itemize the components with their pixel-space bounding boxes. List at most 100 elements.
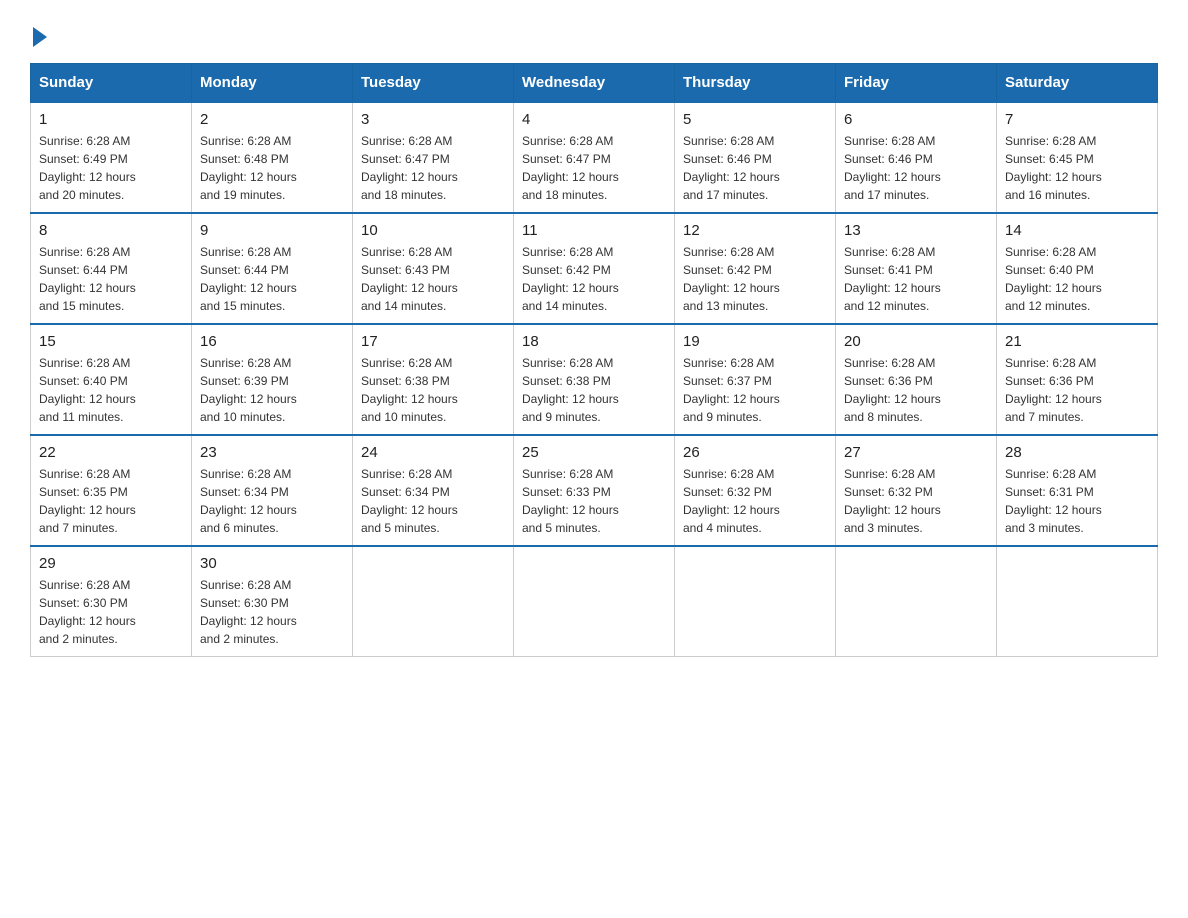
day-info: Sunrise: 6:28 AM Sunset: 6:41 PM Dayligh… (844, 243, 988, 315)
day-info: Sunrise: 6:28 AM Sunset: 6:43 PM Dayligh… (361, 243, 505, 315)
day-number: 5 (683, 111, 827, 128)
day-info: Sunrise: 6:28 AM Sunset: 6:35 PM Dayligh… (39, 465, 183, 537)
day-info: Sunrise: 6:28 AM Sunset: 6:36 PM Dayligh… (844, 354, 988, 426)
day-number: 17 (361, 333, 505, 350)
calendar-day-cell: 20 Sunrise: 6:28 AM Sunset: 6:36 PM Dayl… (836, 324, 997, 435)
calendar-day-cell: 4 Sunrise: 6:28 AM Sunset: 6:47 PM Dayli… (514, 102, 675, 213)
calendar-day-cell: 21 Sunrise: 6:28 AM Sunset: 6:36 PM Dayl… (997, 324, 1158, 435)
day-of-week-header: Wednesday (514, 64, 675, 103)
day-info: Sunrise: 6:28 AM Sunset: 6:45 PM Dayligh… (1005, 132, 1149, 204)
calendar-day-cell: 5 Sunrise: 6:28 AM Sunset: 6:46 PM Dayli… (675, 102, 836, 213)
day-of-week-header: Tuesday (353, 64, 514, 103)
day-info: Sunrise: 6:28 AM Sunset: 6:46 PM Dayligh… (683, 132, 827, 204)
calendar-week-row: 22 Sunrise: 6:28 AM Sunset: 6:35 PM Dayl… (31, 435, 1158, 546)
calendar-day-cell (353, 546, 514, 657)
day-number: 9 (200, 222, 344, 239)
calendar-day-cell: 16 Sunrise: 6:28 AM Sunset: 6:39 PM Dayl… (192, 324, 353, 435)
calendar-week-row: 29 Sunrise: 6:28 AM Sunset: 6:30 PM Dayl… (31, 546, 1158, 657)
day-info: Sunrise: 6:28 AM Sunset: 6:42 PM Dayligh… (522, 243, 666, 315)
calendar-day-cell: 3 Sunrise: 6:28 AM Sunset: 6:47 PM Dayli… (353, 102, 514, 213)
day-number: 22 (39, 444, 183, 461)
calendar-day-cell: 23 Sunrise: 6:28 AM Sunset: 6:34 PM Dayl… (192, 435, 353, 546)
calendar-day-cell: 18 Sunrise: 6:28 AM Sunset: 6:38 PM Dayl… (514, 324, 675, 435)
day-info: Sunrise: 6:28 AM Sunset: 6:48 PM Dayligh… (200, 132, 344, 204)
day-info: Sunrise: 6:28 AM Sunset: 6:30 PM Dayligh… (200, 576, 344, 648)
day-number: 6 (844, 111, 988, 128)
day-number: 12 (683, 222, 827, 239)
day-info: Sunrise: 6:28 AM Sunset: 6:49 PM Dayligh… (39, 132, 183, 204)
day-number: 15 (39, 333, 183, 350)
day-info: Sunrise: 6:28 AM Sunset: 6:40 PM Dayligh… (1005, 243, 1149, 315)
day-info: Sunrise: 6:28 AM Sunset: 6:44 PM Dayligh… (39, 243, 183, 315)
calendar-day-cell: 24 Sunrise: 6:28 AM Sunset: 6:34 PM Dayl… (353, 435, 514, 546)
calendar-day-cell: 26 Sunrise: 6:28 AM Sunset: 6:32 PM Dayl… (675, 435, 836, 546)
day-info: Sunrise: 6:28 AM Sunset: 6:47 PM Dayligh… (522, 132, 666, 204)
calendar-table: SundayMondayTuesdayWednesdayThursdayFrid… (30, 63, 1158, 657)
day-number: 27 (844, 444, 988, 461)
day-info: Sunrise: 6:28 AM Sunset: 6:46 PM Dayligh… (844, 132, 988, 204)
day-info: Sunrise: 6:28 AM Sunset: 6:31 PM Dayligh… (1005, 465, 1149, 537)
day-of-week-header: Friday (836, 64, 997, 103)
calendar-week-row: 15 Sunrise: 6:28 AM Sunset: 6:40 PM Dayl… (31, 324, 1158, 435)
day-number: 3 (361, 111, 505, 128)
page-header (30, 20, 1158, 43)
calendar-day-cell: 25 Sunrise: 6:28 AM Sunset: 6:33 PM Dayl… (514, 435, 675, 546)
day-info: Sunrise: 6:28 AM Sunset: 6:44 PM Dayligh… (200, 243, 344, 315)
day-info: Sunrise: 6:28 AM Sunset: 6:30 PM Dayligh… (39, 576, 183, 648)
calendar-day-cell: 29 Sunrise: 6:28 AM Sunset: 6:30 PM Dayl… (31, 546, 192, 657)
calendar-day-cell: 28 Sunrise: 6:28 AM Sunset: 6:31 PM Dayl… (997, 435, 1158, 546)
day-number: 10 (361, 222, 505, 239)
calendar-day-cell: 2 Sunrise: 6:28 AM Sunset: 6:48 PM Dayli… (192, 102, 353, 213)
day-number: 29 (39, 555, 183, 572)
calendar-day-cell: 14 Sunrise: 6:28 AM Sunset: 6:40 PM Dayl… (997, 213, 1158, 324)
calendar-day-cell: 13 Sunrise: 6:28 AM Sunset: 6:41 PM Dayl… (836, 213, 997, 324)
logo (30, 20, 47, 43)
day-of-week-header: Thursday (675, 64, 836, 103)
day-number: 11 (522, 222, 666, 239)
day-number: 25 (522, 444, 666, 461)
calendar-day-cell: 1 Sunrise: 6:28 AM Sunset: 6:49 PM Dayli… (31, 102, 192, 213)
day-info: Sunrise: 6:28 AM Sunset: 6:34 PM Dayligh… (361, 465, 505, 537)
day-info: Sunrise: 6:28 AM Sunset: 6:33 PM Dayligh… (522, 465, 666, 537)
calendar-day-cell: 17 Sunrise: 6:28 AM Sunset: 6:38 PM Dayl… (353, 324, 514, 435)
day-info: Sunrise: 6:28 AM Sunset: 6:38 PM Dayligh… (522, 354, 666, 426)
calendar-day-cell (836, 546, 997, 657)
day-info: Sunrise: 6:28 AM Sunset: 6:42 PM Dayligh… (683, 243, 827, 315)
calendar-day-cell: 12 Sunrise: 6:28 AM Sunset: 6:42 PM Dayl… (675, 213, 836, 324)
calendar-day-cell: 11 Sunrise: 6:28 AM Sunset: 6:42 PM Dayl… (514, 213, 675, 324)
day-of-week-header: Sunday (31, 64, 192, 103)
day-info: Sunrise: 6:28 AM Sunset: 6:32 PM Dayligh… (683, 465, 827, 537)
day-number: 19 (683, 333, 827, 350)
calendar-day-cell: 10 Sunrise: 6:28 AM Sunset: 6:43 PM Dayl… (353, 213, 514, 324)
calendar-day-cell (514, 546, 675, 657)
calendar-day-cell (997, 546, 1158, 657)
logo-arrow-icon (33, 27, 47, 47)
calendar-header-row: SundayMondayTuesdayWednesdayThursdayFrid… (31, 64, 1158, 103)
day-info: Sunrise: 6:28 AM Sunset: 6:36 PM Dayligh… (1005, 354, 1149, 426)
day-info: Sunrise: 6:28 AM Sunset: 6:39 PM Dayligh… (200, 354, 344, 426)
day-number: 14 (1005, 222, 1149, 239)
day-number: 28 (1005, 444, 1149, 461)
calendar-day-cell (675, 546, 836, 657)
day-number: 4 (522, 111, 666, 128)
day-number: 20 (844, 333, 988, 350)
calendar-day-cell: 15 Sunrise: 6:28 AM Sunset: 6:40 PM Dayl… (31, 324, 192, 435)
day-number: 21 (1005, 333, 1149, 350)
day-number: 30 (200, 555, 344, 572)
calendar-week-row: 8 Sunrise: 6:28 AM Sunset: 6:44 PM Dayli… (31, 213, 1158, 324)
day-of-week-header: Monday (192, 64, 353, 103)
day-number: 13 (844, 222, 988, 239)
day-info: Sunrise: 6:28 AM Sunset: 6:38 PM Dayligh… (361, 354, 505, 426)
day-number: 18 (522, 333, 666, 350)
day-number: 1 (39, 111, 183, 128)
day-number: 23 (200, 444, 344, 461)
calendar-day-cell: 7 Sunrise: 6:28 AM Sunset: 6:45 PM Dayli… (997, 102, 1158, 213)
day-info: Sunrise: 6:28 AM Sunset: 6:32 PM Dayligh… (844, 465, 988, 537)
day-info: Sunrise: 6:28 AM Sunset: 6:40 PM Dayligh… (39, 354, 183, 426)
calendar-day-cell: 22 Sunrise: 6:28 AM Sunset: 6:35 PM Dayl… (31, 435, 192, 546)
calendar-day-cell: 9 Sunrise: 6:28 AM Sunset: 6:44 PM Dayli… (192, 213, 353, 324)
day-of-week-header: Saturday (997, 64, 1158, 103)
day-number: 7 (1005, 111, 1149, 128)
day-number: 16 (200, 333, 344, 350)
day-info: Sunrise: 6:28 AM Sunset: 6:37 PM Dayligh… (683, 354, 827, 426)
